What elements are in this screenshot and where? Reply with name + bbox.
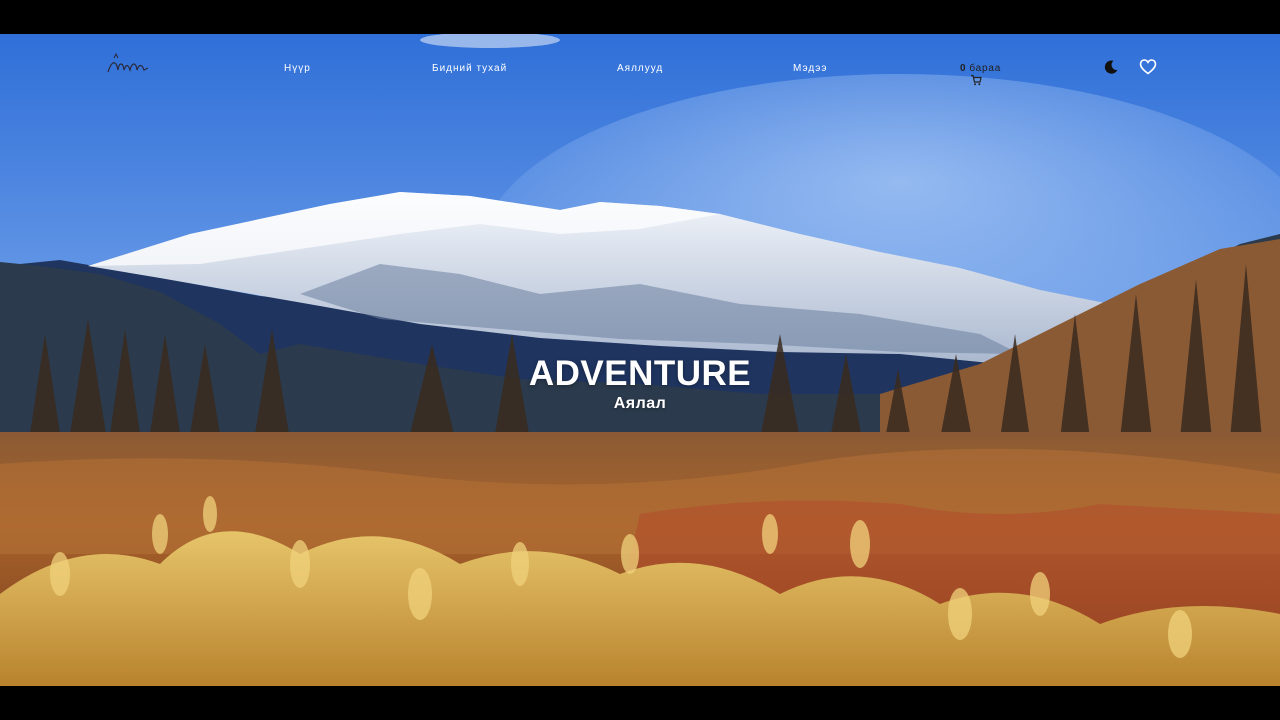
cart-label: бараа xyxy=(969,63,1002,74)
cart-link[interactable]: 0 бараа xyxy=(960,63,1001,74)
moon-icon[interactable] xyxy=(1103,59,1119,75)
hero-section: Нүүр Бидний тухай Аяллууд Мэдээ 0 бараа A… xyxy=(0,34,1280,686)
nav-item-news[interactable]: Мэдээ xyxy=(793,63,827,74)
letterbox-top xyxy=(0,0,1280,34)
nav-item-home[interactable]: Нүүр xyxy=(284,63,311,74)
navbar: Нүүр Бидний тухай Аяллууд Мэдээ 0 бараа xyxy=(0,34,1280,114)
hero-title: ADVENTURE xyxy=(528,354,752,393)
heart-icon[interactable] xyxy=(1139,58,1157,76)
nav-item-about[interactable]: Бидний тухай xyxy=(432,63,507,74)
adventure-logo-icon xyxy=(107,52,149,73)
logo[interactable] xyxy=(106,52,150,78)
nav-item-trips[interactable]: Аяллууд xyxy=(617,63,663,74)
cart-count: 0 xyxy=(960,63,967,74)
cart-icon[interactable] xyxy=(970,74,982,86)
letterbox-bottom xyxy=(0,686,1280,720)
hero-subtitle: Аялал xyxy=(613,395,667,412)
